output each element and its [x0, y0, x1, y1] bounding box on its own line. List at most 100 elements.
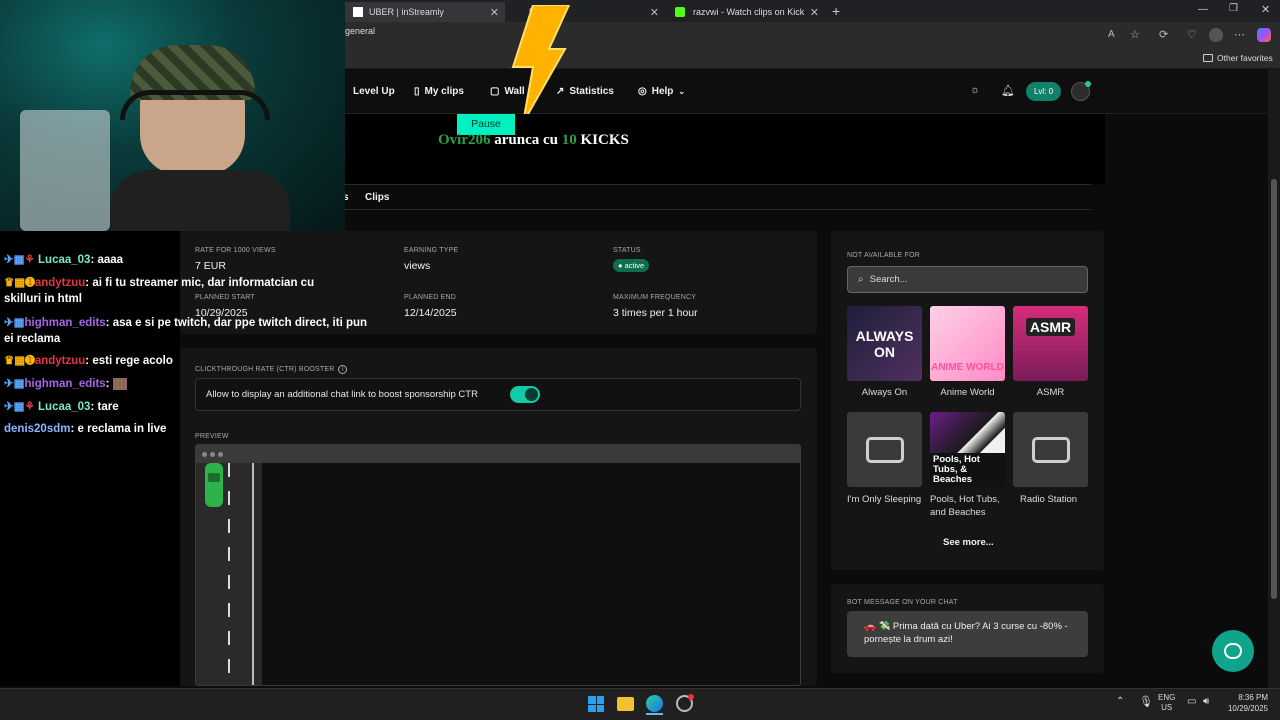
divider	[345, 184, 1091, 185]
wallet-icon: ▢	[490, 86, 500, 97]
clock-date: 10/29/2025	[1227, 704, 1268, 713]
streamer-shirt	[110, 170, 290, 231]
minimize-icon[interactable]: —	[1198, 4, 1208, 15]
chat-bubble-icon	[1224, 643, 1242, 659]
active-app-indicator	[646, 713, 663, 715]
rate-label: RATE FOR 1000 VIEWS	[195, 247, 276, 254]
ticker-middle: arunca cu	[494, 132, 558, 148]
ctr-toggle-switch[interactable]	[510, 386, 540, 403]
chat-user[interactable]: andytzuu	[35, 355, 85, 367]
category-anime-world[interactable]: ANIME WORLD	[930, 306, 1005, 381]
ticker-user: Ovir206	[438, 132, 491, 148]
other-favorites[interactable]: Other favorites	[1203, 53, 1273, 63]
clip-icon: ▯	[414, 86, 420, 97]
edge-browser-icon[interactable]	[646, 695, 663, 712]
tab-label: razvwi - Watch clips on Kick	[693, 7, 805, 17]
chat-text: esti rege acolo	[92, 355, 173, 367]
nav-label: Statistics	[569, 86, 614, 97]
not-available-label: NOT AVAILABLE FOR	[847, 252, 921, 259]
category-asmr[interactable]: ASMR	[1013, 306, 1088, 381]
copilot-icon[interactable]	[1257, 28, 1271, 42]
close-tab-icon[interactable]: ✕	[490, 6, 499, 19]
car-icon	[205, 463, 223, 507]
more-menu-icon[interactable]: ⋯	[1234, 28, 1245, 41]
freq-label: MAXIMUM FREQUENCY	[613, 294, 697, 301]
globe-icon: ◎	[638, 86, 647, 97]
obs-icon[interactable]	[676, 694, 694, 712]
search-input[interactable]: ⌕ Search...	[847, 266, 1088, 293]
nav-label: My clips	[424, 86, 464, 97]
category-always-on[interactable]: ALWAYS ON	[847, 306, 922, 381]
ctr-label: CLICKTHROUGH RATE (CTR) BOOSTER	[195, 366, 335, 373]
status-badge: ● active	[613, 259, 650, 272]
theme-toggle-icon[interactable]: ☼	[970, 84, 980, 96]
microphone-icon[interactable]: 🎙︎	[1139, 695, 1153, 708]
favorites-bar	[345, 49, 1280, 69]
background-bed	[20, 110, 110, 231]
category-caption: Pools, Hot Tubs, and Beaches	[930, 494, 1000, 518]
page-scrollbar[interactable]	[1268, 69, 1280, 688]
read-aloud-icon[interactable]: A	[1108, 29, 1115, 40]
chat-user[interactable]: denis20sdm	[4, 423, 70, 435]
thumb-art-text: ASMR	[1025, 318, 1076, 336]
kick-icon	[675, 7, 685, 17]
favorite-star-icon[interactable]: ☆	[1130, 28, 1140, 41]
nav-my-clips[interactable]: ▯ My clips	[414, 86, 464, 97]
category-caption: Anime World	[940, 387, 995, 398]
site-nav	[345, 69, 1268, 114]
online-dot	[1085, 81, 1091, 87]
status-label: STATUS	[613, 247, 641, 254]
chevron-up-icon[interactable]: ⌃	[1116, 696, 1124, 707]
profile-avatar[interactable]	[1209, 28, 1223, 42]
scrollbar-thumb[interactable]	[1271, 179, 1277, 599]
emote-image	[112, 377, 127, 390]
freq-value: 3 times per 1 hour	[613, 307, 698, 319]
chat-support-button[interactable]	[1212, 630, 1254, 672]
browser-essentials-icon[interactable]: ♡	[1187, 28, 1197, 41]
new-tab-icon[interactable]: +	[832, 3, 840, 19]
maximize-icon[interactable]: ❐	[1229, 3, 1238, 14]
category-im-only-sleeping[interactable]	[847, 412, 922, 487]
nav-level-up[interactable]: Level Up	[343, 86, 395, 97]
file-explorer-icon[interactable]	[617, 697, 634, 711]
ctr-toggle-text: Allow to display an additional chat link…	[206, 389, 478, 400]
tab-kick[interactable]: razvwi - Watch clips on Kick ✕	[667, 2, 825, 22]
lang-top: ENG	[1158, 693, 1176, 702]
nav-help[interactable]: ◎ Help ⌄	[638, 86, 685, 97]
extensions-icon[interactable]: ⟳	[1159, 28, 1168, 41]
category-pools-hot-tubs[interactable]: Pools, Hot Tubs, & Beaches	[930, 412, 1005, 487]
language-indicator[interactable]: ENG US	[1158, 693, 1175, 713]
chat-user[interactable]: Lucaa_03	[38, 254, 90, 266]
close-tab-icon[interactable]: ✕	[810, 6, 819, 19]
tab-uber[interactable]: UBER | inStreamly ✕	[345, 2, 505, 22]
chat-user[interactable]: highman_edits	[25, 317, 106, 329]
chat-message: ✈▦⚘ Lucaa_03: tare	[4, 401, 119, 413]
chat-user[interactable]: andytzuu	[35, 277, 85, 289]
info-icon[interactable]: i	[338, 365, 348, 374]
end-value: 12/14/2025	[404, 307, 457, 319]
chat-message: ♛▦➊andytzuu: ai fi tu streamer mic, dar …	[4, 277, 315, 305]
close-tab-icon[interactable]: ✕	[650, 6, 659, 19]
thumb-art-text: ALWAYS ON	[855, 327, 914, 360]
ticker-text: Ovir206 arunca cu 10 KICKS	[438, 132, 629, 149]
close-window-icon[interactable]: ✕	[1261, 3, 1270, 16]
end-label: PLANNED END	[404, 294, 456, 301]
chat-message: ♛▦➊andytzuu: esti rege acolo	[4, 355, 173, 367]
category-radio-station[interactable]	[1013, 412, 1088, 487]
clock[interactable]: 8:36 PM 10/29/2025	[1226, 692, 1268, 714]
search-placeholder: Search...	[869, 274, 908, 285]
network-icon[interactable]: ▭	[1187, 696, 1196, 707]
level-badge[interactable]: Lvl: 0	[1026, 82, 1061, 101]
bell-icon[interactable]: 🔔︎	[1001, 84, 1015, 97]
sub-tab-clips[interactable]: Clips	[365, 192, 389, 203]
chat-user[interactable]: highman_edits	[25, 378, 106, 390]
category-caption: ASMR	[1036, 387, 1065, 398]
gamepad-icon	[1031, 436, 1070, 463]
address-input[interactable]: general	[345, 26, 1155, 46]
chat-user[interactable]: Lucaa_03	[38, 401, 90, 413]
start-windows-icon[interactable]	[588, 696, 604, 712]
volume-icon[interactable]: 🔊︎	[1203, 696, 1209, 707]
divider	[345, 209, 1091, 210]
see-more-link[interactable]: See more...	[943, 537, 994, 548]
user-avatar[interactable]	[1071, 81, 1091, 101]
